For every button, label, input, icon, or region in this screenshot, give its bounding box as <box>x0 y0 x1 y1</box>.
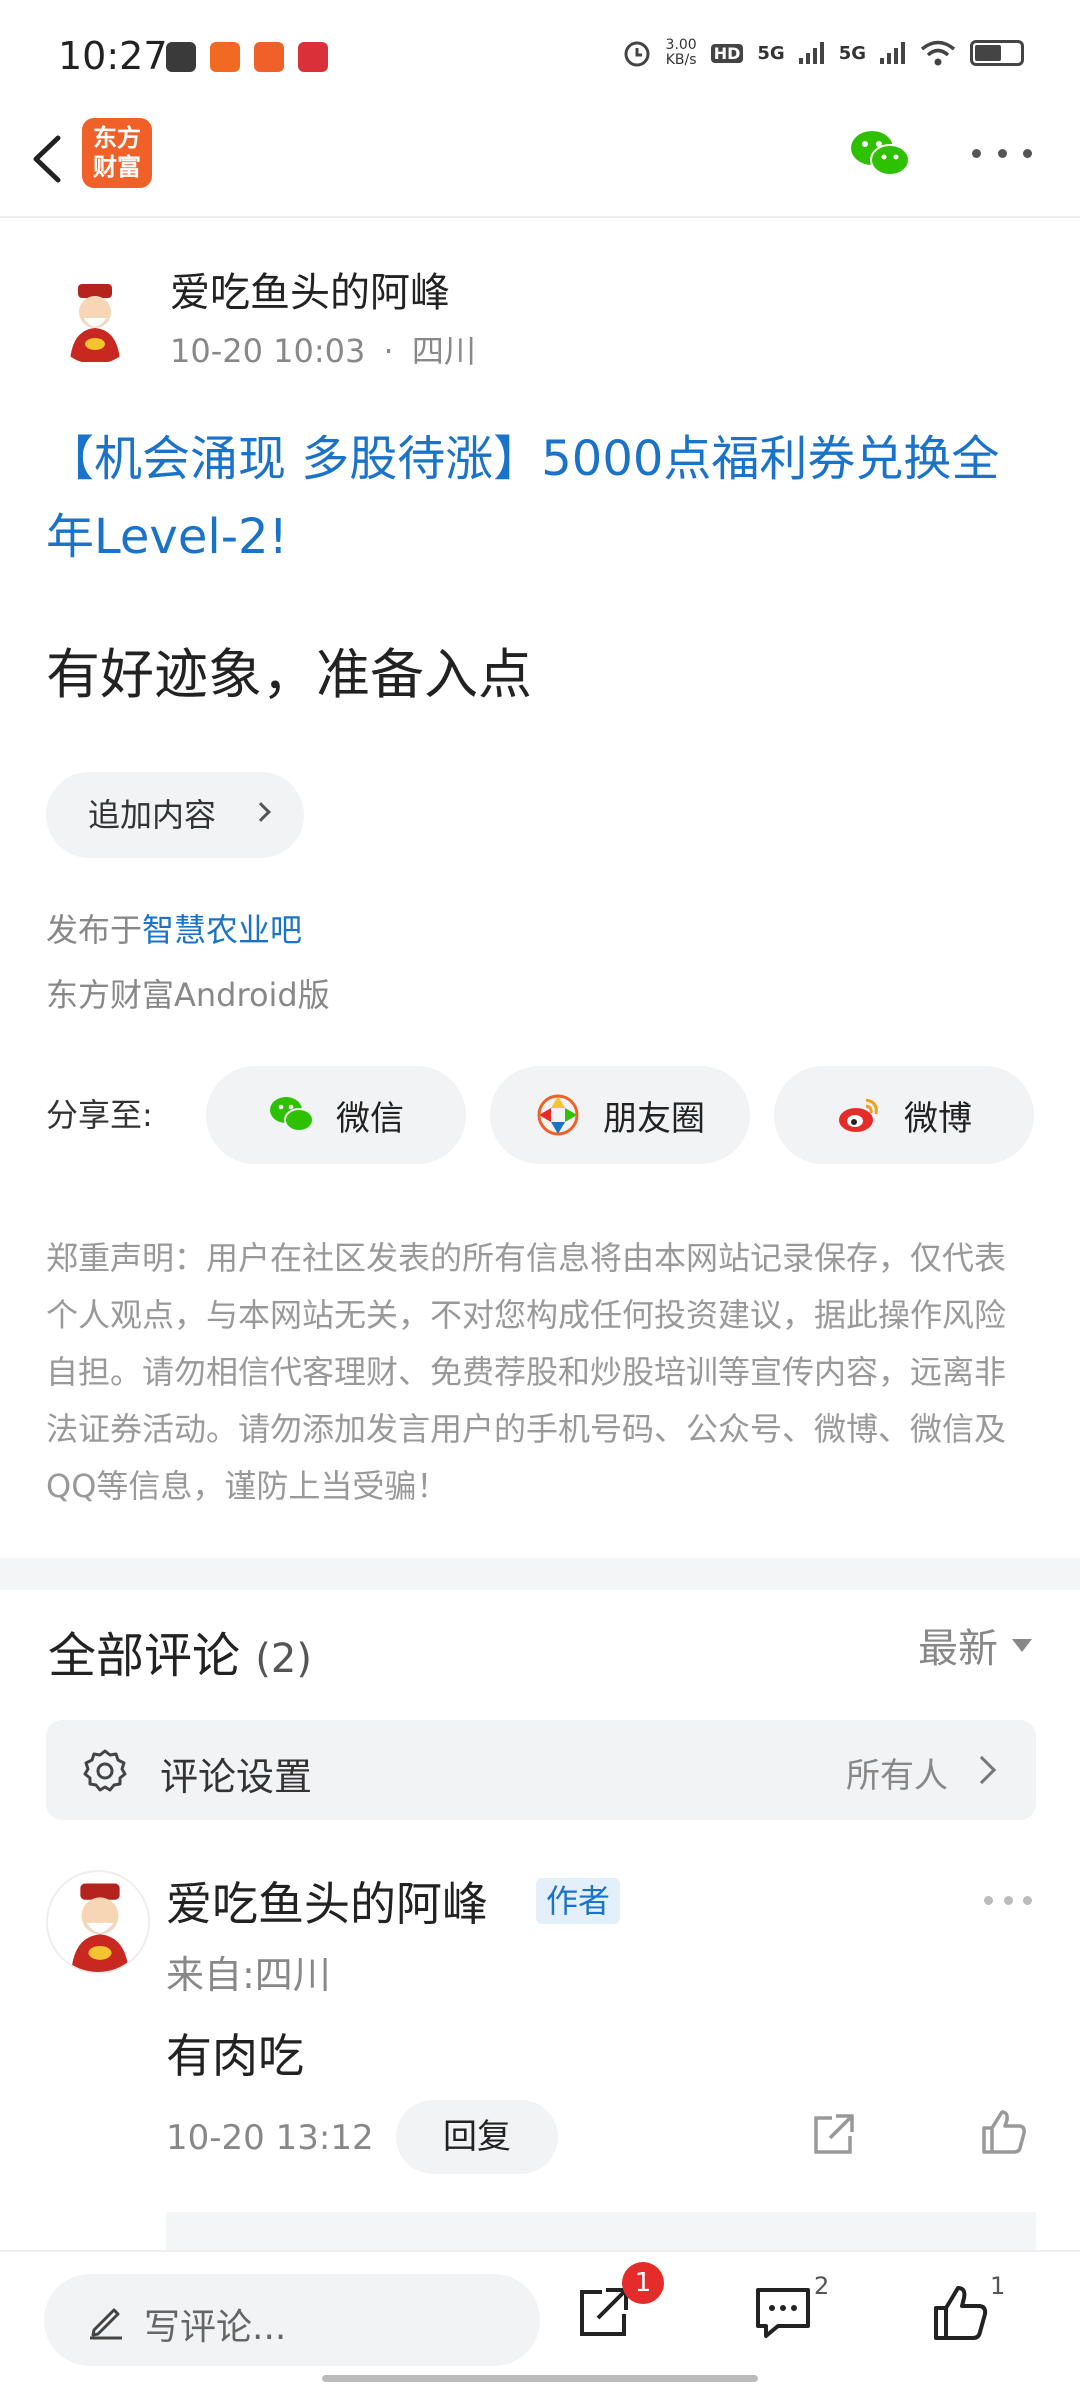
sort-label: 最新 <box>918 1626 998 1672</box>
caishen-avatar-icon <box>48 1872 148 1972</box>
comment-settings-value: 所有人 <box>846 1756 948 1796</box>
signal-bars-icon <box>880 42 905 64</box>
author-name[interactable]: 爱吃鱼头的阿峰 <box>170 260 450 318</box>
comment-settings-label: 评论设置 <box>160 1755 313 1799</box>
top-nav-bar: 东方 财富 <box>0 110 1080 218</box>
append-content-button[interactable]: 追加内容 <box>46 772 304 858</box>
nested-reply-preview <box>166 2212 1036 2252</box>
comment-more-button[interactable] <box>984 1896 1032 1908</box>
share-label: 分享至: <box>46 1096 153 1134</box>
comment-settings-row[interactable]: 评论设置 所有人 <box>46 1720 1036 1820</box>
gear-icon <box>83 1749 127 1792</box>
comments-count: (2) <box>255 1636 312 1682</box>
post-meta: 10-20 10:03 · 四川 <box>170 326 476 372</box>
bottom-action-bar: 写评论... 1 2 1 <box>0 2250 1080 2388</box>
chevron-right-icon <box>967 1755 997 1785</box>
write-comment-placeholder: 写评论... <box>144 2307 287 2348</box>
hd-indicator: HD <box>710 43 744 63</box>
back-arrow-icon[interactable] <box>22 124 82 194</box>
status-bar: 10:27 3.00 KB/s HD 5G 5G <box>0 0 1080 110</box>
post-time: 10-20 10:03 <box>170 332 366 370</box>
share-weibo-button[interactable]: 微博 <box>774 1066 1034 1164</box>
battery-icon <box>970 40 1024 66</box>
status-time: 10:27 <box>58 34 168 78</box>
comments-title: 全部评论 <box>48 1628 241 1684</box>
eastmoney-app-icon <box>254 42 284 72</box>
avatar[interactable] <box>50 274 140 364</box>
comment-count: 2 <box>814 2272 830 2300</box>
more-options-button[interactable] <box>972 138 1032 168</box>
append-content-label: 追加内容 <box>88 796 217 834</box>
like-count: 1 <box>990 2272 1006 2300</box>
reply-button[interactable]: 回复 <box>396 2100 558 2174</box>
share-wechat-button[interactable]: 微信 <box>206 1066 466 1164</box>
post-author[interactable]: 爱吃鱼头的阿峰 10-20 10:03 · 四川 <box>0 250 1080 380</box>
wifi-icon <box>920 40 956 66</box>
published-prefix: 发布于 <box>46 911 143 949</box>
moments-icon <box>537 1094 579 1136</box>
eastmoney-logo: 东方 财富 <box>82 118 152 188</box>
weibo-icon <box>839 1098 878 1132</box>
share-moments-label: 朋友圈 <box>603 1098 705 1139</box>
section-divider <box>0 1558 1080 1590</box>
post-client: 东方财富Android版 <box>46 976 330 1014</box>
comment-icon[interactable] <box>752 2282 814 2344</box>
post-location: 四川 <box>411 332 476 370</box>
caishen-avatar-icon <box>50 274 140 364</box>
share-icon[interactable] <box>808 2110 858 2160</box>
comment-time: 10-20 13:12 <box>166 2118 374 2158</box>
meta-separator: · <box>383 332 394 370</box>
chevron-right-icon <box>251 802 271 822</box>
status-app-icons <box>166 42 328 72</box>
comment-item: 爱吃鱼头的阿峰 作者 来自:四川 有肉吃 10-20 13:12 回复 <box>0 1870 1080 2260</box>
message-icon <box>166 42 196 72</box>
signal-5g-1: 5G <box>757 42 785 64</box>
author-badge: 作者 <box>536 1878 621 1924</box>
caret-down-icon <box>1012 1638 1032 1652</box>
share-moments-button[interactable]: 朋友圈 <box>490 1066 750 1164</box>
status-indicators: 3.00 KB/s HD 5G 5G <box>622 38 1024 68</box>
sort-dropdown[interactable]: 最新 <box>918 1616 1032 1674</box>
wechat-icon <box>270 1097 314 1132</box>
thumbs-up-icon[interactable] <box>978 2106 1030 2158</box>
wechat-icon[interactable] <box>848 124 912 184</box>
comment-text: 有肉吃 <box>166 2029 304 2083</box>
published-in: 发布于智慧农业吧 <box>46 905 302 951</box>
share-wechat-label: 微信 <box>336 1098 404 1139</box>
commenter-name[interactable]: 爱吃鱼头的阿峰 <box>166 1868 488 1934</box>
comments-heading: 全部评论 (2) <box>48 1616 312 1686</box>
avatar[interactable] <box>46 1870 150 1974</box>
pencil-icon <box>90 2308 122 2340</box>
comment-location: 来自:四川 <box>166 1953 331 1997</box>
signal-bars-icon <box>798 42 824 64</box>
disclaimer-text: 郑重声明：用户在社区发表的所有信息将由本网站记录保存，仅代表个人观点，与本网站无… <box>46 1239 1007 1505</box>
network-speed: 3.00 KB/s <box>665 37 697 68</box>
post-title-link[interactable]: 【机会涌现 多股待涨】5000点福利券兑换全年Level-2! <box>46 420 1036 576</box>
write-comment-input[interactable]: 写评论... <box>44 2274 540 2366</box>
share-badge: 1 <box>622 2262 664 2304</box>
signal-5g-2: 5G <box>838 42 866 64</box>
forum-bar-link[interactable]: 智慧农业吧 <box>142 911 302 949</box>
send-app-icon <box>210 42 240 72</box>
share-weibo-label: 微博 <box>904 1098 972 1139</box>
post-body: 有好迹象，准备入点 <box>46 643 532 706</box>
home-indicator[interactable] <box>322 2375 758 2382</box>
alarm-icon <box>624 41 650 67</box>
shopping-app-icon <box>298 42 328 72</box>
thumbs-up-icon[interactable] <box>930 2282 992 2344</box>
